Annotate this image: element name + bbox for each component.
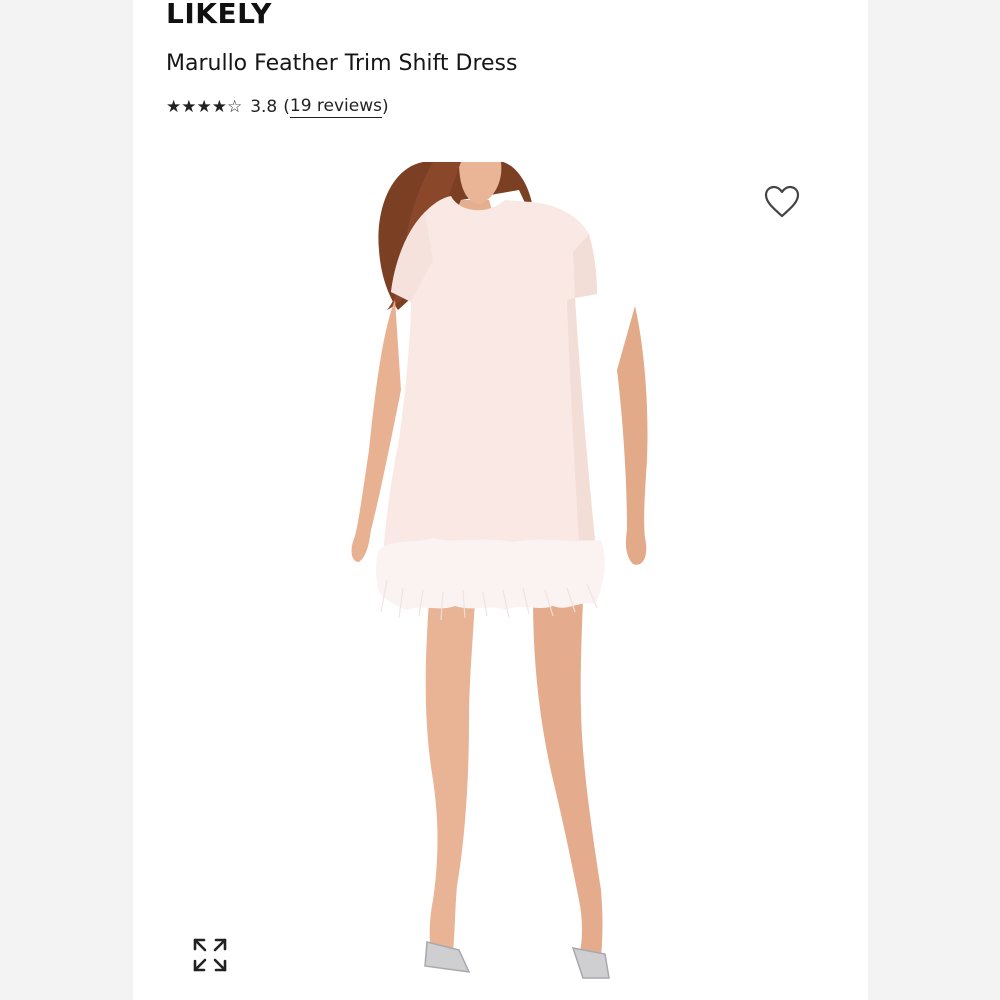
rating-value: 3.8 — [250, 97, 278, 117]
rating-stars: ★★★★☆ — [166, 97, 243, 117]
rating-row: ★★★★☆ 3.8 ( 19 reviews ) — [166, 94, 389, 120]
product-card: LIKELY Marullo Feather Trim Shift Dress … — [133, 0, 868, 1000]
reviews-paren-close: ) — [382, 97, 389, 117]
right-margin — [868, 0, 1000, 1000]
reviews-link[interactable]: 19 reviews — [289, 96, 383, 118]
brand-name[interactable]: LIKELY — [166, 0, 272, 36]
heart-outline-icon[interactable] — [763, 184, 801, 220]
left-margin — [0, 0, 133, 1000]
reviews-paren-open: ( — [283, 97, 290, 117]
product-image[interactable] — [283, 160, 663, 990]
product-title: Marullo Feather Trim Shift Dress — [166, 51, 518, 76]
expand-arrows-icon[interactable] — [191, 936, 229, 974]
